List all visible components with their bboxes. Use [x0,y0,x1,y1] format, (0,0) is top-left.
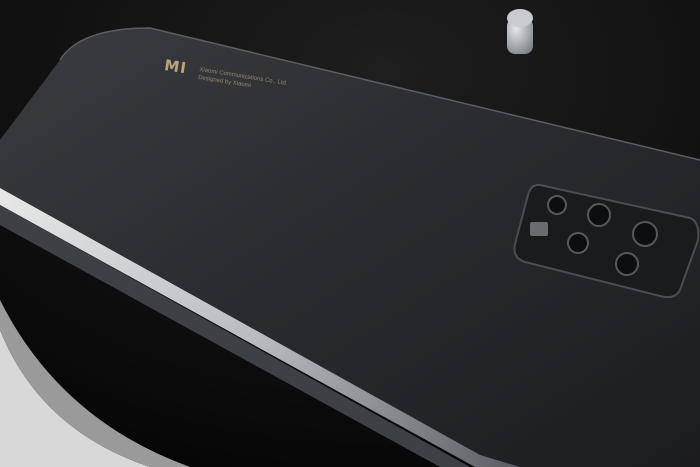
photo-scene: MI Xiaomi Communications Co., Ltd. Desig… [0,0,700,467]
camera-lens-icon [547,195,567,215]
camera-lens-icon [615,252,639,276]
camera-lens-icon [632,221,658,247]
mi-logo: MI [163,56,189,78]
flash-icon [530,222,548,236]
camera-lens-icon [587,203,611,227]
camera-lens-icon [567,232,589,254]
metal-pin [507,9,533,54]
scene-graphics [0,0,700,467]
